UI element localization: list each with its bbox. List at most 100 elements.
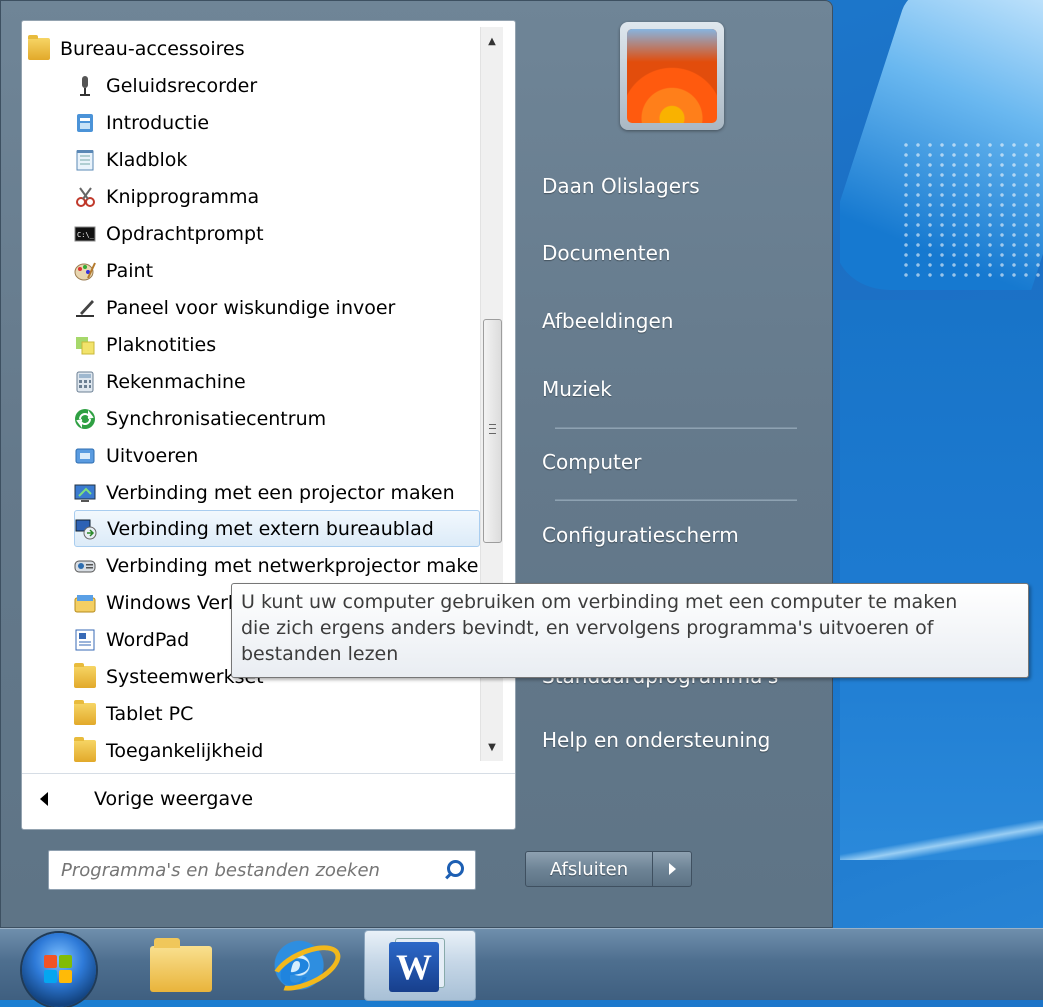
program-label: Bureau-accessoires	[60, 37, 245, 60]
shutdown-button[interactable]: Afsluiten	[525, 851, 653, 887]
program-label: Kladblok	[106, 148, 188, 171]
start-orb-button[interactable]	[22, 933, 96, 1007]
program-label: Tablet PC	[106, 702, 194, 725]
shutdown-options-button[interactable]	[653, 851, 692, 887]
link-muziek[interactable]: Muziek	[528, 364, 822, 414]
projector-icon	[74, 482, 96, 504]
microphone-icon	[74, 75, 96, 97]
search-input[interactable]	[49, 858, 441, 882]
link-computer[interactable]: Computer	[528, 437, 822, 487]
programs-pane: Bureau-accessoires Geluidsrecorder Intro…	[21, 20, 516, 830]
program-netwerkprojector[interactable]: Verbinding met netwerkprojector maken	[74, 548, 478, 583]
program-label: Paint	[106, 259, 154, 282]
program-opdrachtprompt[interactable]: C:\_ Opdrachtprompt	[74, 216, 478, 251]
scrollbar-thumb[interactable]	[483, 319, 502, 543]
folder-icon	[74, 736, 96, 762]
program-geluidsrecorder[interactable]: Geluidsrecorder	[74, 68, 478, 103]
program-synchronisatiecentrum[interactable]: Synchronisatiecentrum	[74, 401, 478, 436]
program-label: Verbinding met een projector maken	[106, 481, 455, 504]
program-label: Introductie	[106, 111, 210, 134]
link-afbeeldingen[interactable]: Afbeeldingen	[528, 296, 822, 346]
search-area	[21, 832, 514, 916]
program-label: Verbinding met netwerkprojector maken	[106, 554, 478, 577]
program-label: Synchronisatiecentrum	[106, 407, 327, 430]
link-label: Help en ondersteuning	[542, 728, 771, 752]
network-projector-icon	[74, 555, 96, 577]
paint-palette-icon	[74, 260, 96, 282]
program-label: Uitvoeren	[106, 444, 199, 467]
scroll-down-arrow-icon[interactable]: ▼	[481, 737, 503, 759]
shutdown-label: Afsluiten	[549, 858, 629, 880]
back-arrow-icon	[40, 792, 48, 806]
program-folder-toegankelijkheid[interactable]: Toegankelijkheid	[74, 733, 478, 768]
folder-icon	[28, 34, 50, 60]
calculator-icon	[74, 371, 96, 393]
separator	[555, 499, 797, 501]
tooltip-line: bestanden lezen	[241, 643, 399, 665]
windows-explorer-icon[interactable]	[150, 938, 212, 992]
wordpad-icon	[74, 629, 96, 651]
program-kladblok[interactable]: Kladblok	[74, 142, 478, 177]
internet-explorer-icon[interactable]: e	[273, 940, 331, 996]
link-label: Documenten	[542, 241, 671, 265]
flower-picture	[627, 29, 717, 123]
sync-center-icon	[74, 408, 96, 430]
program-introductie[interactable]: Introductie	[74, 105, 478, 140]
link-label: Computer	[542, 450, 642, 474]
command-prompt-icon: C:\_	[74, 223, 96, 245]
back-label: Vorige weergave	[94, 788, 254, 810]
program-folder-tablet-pc[interactable]: Tablet PC	[74, 696, 478, 731]
program-plaknotities[interactable]: Plaknotities	[74, 327, 478, 362]
word-icon: W	[389, 942, 439, 992]
divider	[22, 773, 515, 774]
run-icon	[74, 445, 96, 467]
introduction-icon	[74, 112, 96, 134]
math-input-pen-icon	[74, 297, 96, 319]
program-math-input-panel[interactable]: Paneel voor wiskundige invoer	[74, 290, 478, 325]
user-avatar[interactable]	[620, 22, 724, 130]
program-rekenmachine[interactable]: Rekenmachine	[74, 364, 478, 399]
remote-desktop-tooltip: U kunt uw computer gebruiken om verbindi…	[231, 583, 1029, 678]
program-folder-bureau-accessoires[interactable]: Bureau-accessoires	[28, 31, 480, 66]
link-configuratiescherm[interactable]: Configuratiescherm	[528, 510, 822, 560]
program-paint[interactable]: Paint	[74, 253, 478, 288]
scroll-up-arrow-icon[interactable]: ▲	[481, 31, 503, 53]
program-label: Toegankelijkheid	[106, 739, 264, 762]
sticky-notes-icon	[74, 334, 96, 356]
folder-icon	[74, 699, 96, 725]
shutdown-control: Afsluiten	[525, 851, 692, 887]
program-label: Knipprogramma	[106, 185, 260, 208]
program-uitvoeren[interactable]: Uitvoeren	[74, 438, 478, 473]
program-label: WordPad	[106, 628, 190, 651]
program-label: Verbinding met extern bureaublad	[107, 517, 434, 540]
start-menu: Bureau-accessoires Geluidsrecorder Intro…	[0, 0, 833, 928]
windows-logo-icon	[44, 955, 74, 985]
link-help-en-ondersteuning[interactable]: Help en ondersteuning	[528, 715, 822, 765]
back-button[interactable]: Vorige weergave	[40, 779, 253, 819]
folder-icon	[74, 662, 96, 688]
link-label: Afbeeldingen	[542, 309, 674, 333]
svg-text:C:\_: C:\_	[77, 231, 95, 239]
tooltip-line: die zich ergens anders bevindt, en vervo…	[241, 617, 934, 639]
search-icon[interactable]	[441, 855, 471, 885]
program-label: Geluidsrecorder	[106, 74, 258, 97]
notepad-icon	[74, 149, 96, 171]
program-label: Plaknotities	[106, 333, 217, 356]
link-documenten[interactable]: Documenten	[528, 228, 822, 278]
search-box[interactable]	[48, 850, 476, 890]
link-user-folder[interactable]: Daan Olislagers	[528, 161, 822, 211]
desktop-wallpaper	[840, 0, 1043, 910]
program-label: Rekenmachine	[106, 370, 246, 393]
program-label: Opdrachtprompt	[106, 222, 264, 245]
program-remote-desktop[interactable]: Verbinding met extern bureaublad	[74, 510, 480, 547]
program-projector-verbinding[interactable]: Verbinding met een projector maken	[74, 475, 478, 510]
tooltip-line: U kunt uw computer gebruiken om verbindi…	[241, 591, 958, 613]
windows-explorer-icon	[74, 592, 96, 614]
link-label: Muziek	[542, 377, 612, 401]
remote-desktop-icon	[75, 518, 97, 540]
chevron-right-icon	[668, 863, 676, 875]
link-label: Daan Olislagers	[542, 174, 700, 198]
program-knipprogramma[interactable]: Knipprogramma	[74, 179, 478, 214]
link-label: Configuratiescherm	[542, 523, 739, 547]
separator	[555, 427, 797, 429]
